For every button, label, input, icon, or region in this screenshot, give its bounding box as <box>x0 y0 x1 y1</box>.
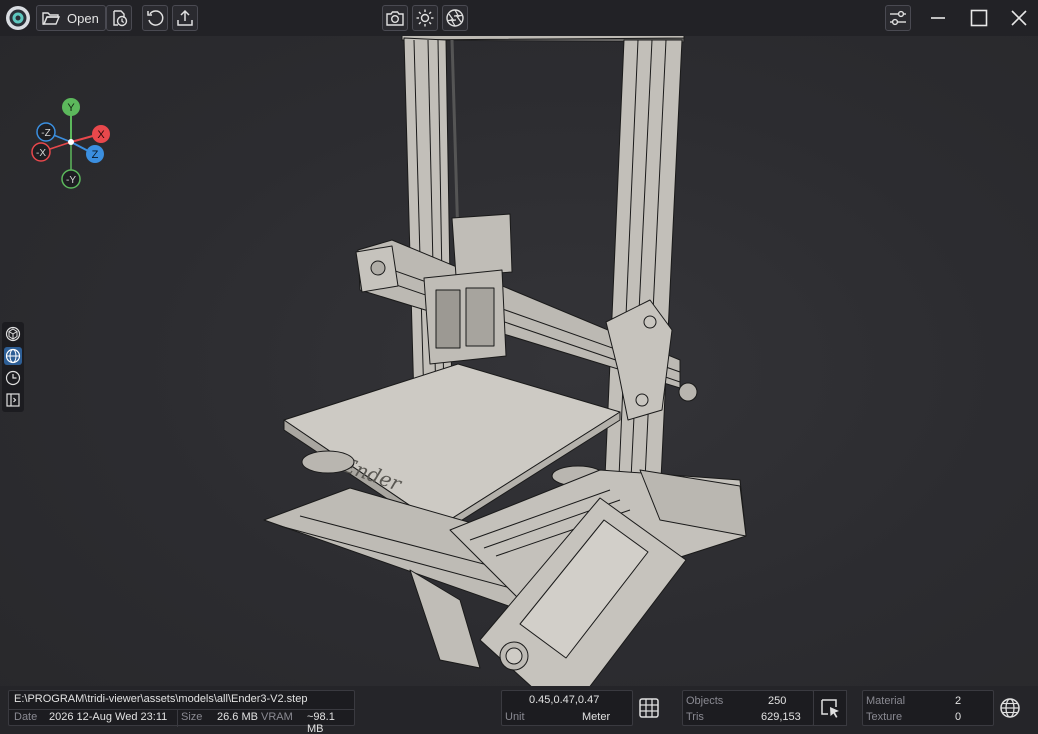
minimize-button[interactable] <box>925 5 951 31</box>
maximize-button[interactable] <box>966 5 992 31</box>
wireframe-cube-icon <box>5 326 21 342</box>
file-path[interactable]: E:\PROGRAM\tridi-viewer\assets\models\al… <box>14 693 307 705</box>
tris-value: 629,153 <box>761 711 801 723</box>
material-value: 2 <box>955 695 962 707</box>
gizmo-neg-z-label: -Z <box>41 128 50 139</box>
reload-button[interactable] <box>142 5 168 31</box>
vram-value: ~98.1 MB <box>307 711 335 734</box>
maximize-icon <box>970 9 988 27</box>
panel-toggle-button[interactable] <box>4 391 22 409</box>
light-icon <box>416 9 434 27</box>
history-button[interactable] <box>4 369 22 387</box>
top-toolbar: Open <box>0 0 1038 36</box>
texture-value: 0 <box>955 711 962 723</box>
reload-icon <box>147 10 164 26</box>
coordinates-value: 0.45,0.47,0.47 <box>529 694 600 706</box>
recent-files-button[interactable] <box>106 5 132 31</box>
light-button[interactable] <box>412 5 438 31</box>
aperture-button[interactable] <box>442 5 468 31</box>
unit-value[interactable]: Meter <box>582 711 610 723</box>
axis-gizmo[interactable]: Y -Y X -X Z -Z <box>26 94 122 194</box>
gizmo-x-positive[interactable]: X <box>92 125 110 143</box>
gizmo-z-label: Z <box>92 149 99 161</box>
export-button[interactable] <box>172 5 198 31</box>
settings-sliders-icon <box>890 10 906 26</box>
file-info-panel: E:\PROGRAM\tridi-viewer\assets\models\al… <box>8 690 355 734</box>
gizmo-x-label: X <box>97 129 105 141</box>
recent-files-icon <box>113 10 128 27</box>
gizmo-neg-x-label: -X <box>36 148 46 159</box>
globe-view-button[interactable] <box>4 347 22 365</box>
wireframe-button[interactable] <box>4 325 22 343</box>
grid-icon <box>639 698 659 718</box>
gizmo-z-negative[interactable]: -Z <box>36 122 56 142</box>
app-window: Open Ender Y -Y X -X Z -Z E:\PROGRAM\tri… <box>0 0 1038 734</box>
material-panel: Material 2 Texture 0 <box>862 690 994 726</box>
unit-label: Unit <box>505 711 525 723</box>
select-cursor-icon <box>821 699 839 718</box>
folder-open-icon <box>42 12 61 25</box>
status-bar: E:\PROGRAM\tridi-viewer\assets\models\al… <box>0 686 1038 734</box>
aperture-icon <box>446 9 464 27</box>
objects-label: Objects <box>686 695 724 707</box>
date-label: Date <box>14 711 38 723</box>
3d-model-render: Ender <box>263 36 747 686</box>
minimize-icon <box>931 17 945 19</box>
clock-icon <box>5 370 21 386</box>
tris-label: Tris <box>686 711 704 723</box>
date-value: 2026 12-Aug Wed 23:11 <box>49 711 168 723</box>
gizmo-y-label: Y <box>67 102 75 114</box>
gizmo-y-negative[interactable]: -Y <box>61 169 81 189</box>
app-logo-icon[interactable] <box>5 5 31 31</box>
coordinates-panel: 0.45,0.47,0.47 Unit Meter <box>501 690 633 726</box>
size-value: 26.6 MB <box>217 711 258 723</box>
view-mode-sidebar <box>2 322 24 412</box>
open-button[interactable]: Open <box>36 5 106 31</box>
gizmo-neg-y-label: -Y <box>66 175 76 186</box>
close-button[interactable] <box>1006 5 1032 31</box>
panel-toggle-icon <box>6 393 20 407</box>
objects-panel: Objects 250 Tris 629,153 <box>682 690 814 726</box>
texture-label: Texture <box>866 711 903 723</box>
grid-toggle-button[interactable] <box>632 690 666 726</box>
vram-label: VRAM <box>261 711 293 723</box>
select-tool-button[interactable] <box>813 690 847 726</box>
settings-button[interactable] <box>885 5 911 31</box>
globe-icon <box>1000 698 1020 718</box>
3d-viewport[interactable]: Ender Y -Y X -X Z -Z <box>0 36 1038 686</box>
screenshot-icon <box>386 11 404 26</box>
open-button-label: Open <box>67 10 99 26</box>
material-label: Material <box>866 695 906 707</box>
size-label: Size <box>181 711 203 723</box>
gizmo-z-positive[interactable]: Z <box>86 145 104 163</box>
close-icon <box>1011 10 1027 26</box>
globe-icon <box>5 348 21 364</box>
gizmo-x-negative[interactable]: -X <box>31 142 51 162</box>
screenshot-button[interactable] <box>382 5 408 31</box>
objects-value: 250 <box>768 695 787 707</box>
environment-button[interactable] <box>993 690 1027 726</box>
export-icon <box>177 9 193 26</box>
gizmo-y-positive[interactable]: Y <box>62 98 80 116</box>
